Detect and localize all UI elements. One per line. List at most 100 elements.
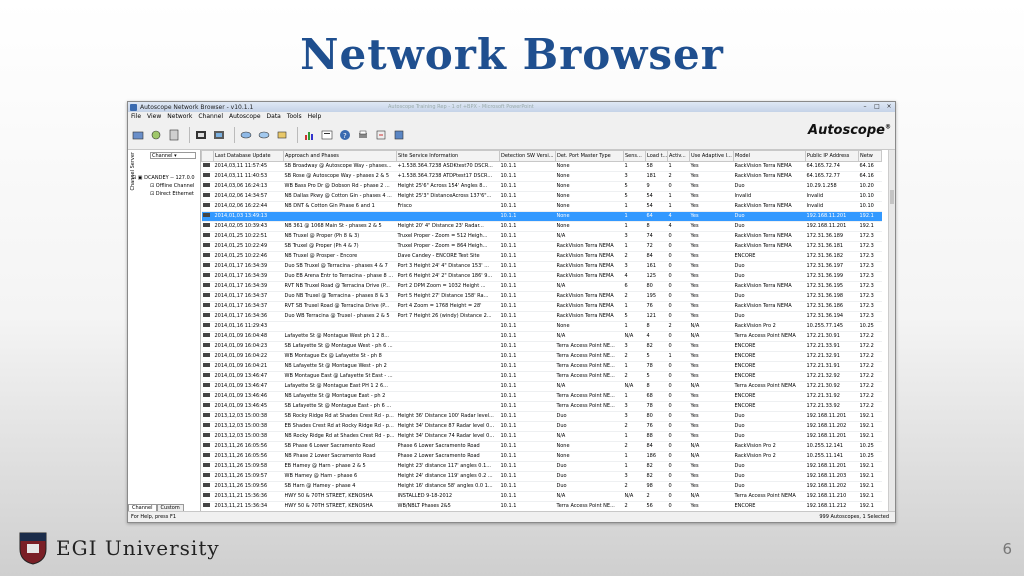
maximize-button[interactable]: □ <box>871 103 883 111</box>
table-row[interactable]: 2014,01,09 16:04:48 Lafayette St @ Montag… <box>201 331 882 342</box>
table-cell: +1.538.364.7238 ASDKtest70 DSCR... <box>396 161 500 172</box>
table-row[interactable]: 2013,11,26 15:09:58 EB Hamey @ Harn - pha… <box>201 461 882 472</box>
help-icon[interactable]: ? <box>338 128 352 142</box>
column-header[interactable]: Detection SW Versi... <box>499 150 556 162</box>
tree-item-offline-channel[interactable]: ⊡ Offline Channel <box>132 182 195 190</box>
table-row[interactable]: 2014,01,17 16:34:37 RVT SB Truxel Road @ … <box>201 301 882 312</box>
table-row[interactable]: 2014,02,06 16:22:44 NB DNT & Cotton Gin P… <box>201 201 882 212</box>
table-cell: Port 6 Height 24' 2" Distance 186' 9... <box>396 271 500 282</box>
column-header[interactable]: Site Service Information <box>396 150 500 162</box>
table-row[interactable]: 2014,01,17 16:34:39 Duo SB Truxel @ Terra… <box>201 261 882 272</box>
menu-autoscope[interactable]: Autoscope <box>229 113 261 120</box>
table-row[interactable]: 2013,11,26 16:05:56 SB Phase 6 Lower Sacr… <box>201 441 882 452</box>
column-header[interactable]: Netw <box>858 150 882 162</box>
table-cell: 8 <box>645 381 668 392</box>
tree-item-server[interactable]: ⊟ ▣ DCANDEY -- 127.0.0 <box>132 174 195 182</box>
table-cell: 2013,11,21 15:36:34 <box>213 501 284 512</box>
menu-data[interactable]: Data <box>267 113 281 120</box>
channel-icon[interactable] <box>239 128 253 142</box>
table-row[interactable]: 2013,12,03 15:00:38 NB Rocky Ridge Rd at … <box>201 431 882 442</box>
table-row[interactable]: 2014,01,03 13:49:13 10.1.1 None 1 64 4 Yes Duo 1… <box>201 211 882 222</box>
table-row[interactable]: 2013,12,03 15:00:38 EB Shades Crest Rd at… <box>201 421 882 432</box>
table-cell: 2 <box>623 251 646 262</box>
column-header[interactable]: Public IP Address <box>805 150 859 162</box>
print-icon[interactable] <box>356 128 370 142</box>
network-icon[interactable] <box>212 128 226 142</box>
table-row[interactable]: 2014,01,25 10:22:51 NB Truxel @ Proper (P… <box>201 231 882 242</box>
table-cell: ENCORE <box>733 251 806 262</box>
table-row[interactable]: 2014,01,09 13:46:47 Lafayette St @ Montag… <box>201 381 882 392</box>
table-cell: 0 <box>667 461 690 472</box>
table-row[interactable]: 2014,01,17 16:34:37 Duo NB Truxel @ Terra… <box>201 291 882 302</box>
column-header[interactable]: Model <box>733 150 806 162</box>
menu-view[interactable]: View <box>147 113 161 120</box>
chart-icon[interactable] <box>302 128 316 142</box>
table-row[interactable]: 2013,11,21 15:36:34 HWY 50 & 70TH STREET,… <box>201 501 882 512</box>
table-row[interactable]: 2013,11,21 15:36:36 HWY 50 & 70TH STREET,… <box>201 491 882 502</box>
connect-icon[interactable] <box>131 128 145 142</box>
table-cell: RackVision Terra NEMA <box>555 241 624 252</box>
column-header[interactable]: Det. Port Master Type <box>555 150 624 162</box>
scrollbar-thumb[interactable] <box>890 190 894 204</box>
table-row[interactable]: 2014,01,16 11:29:43 10.1.1 None 1 8 2 N/A RackV… <box>201 321 882 332</box>
server-icon[interactable] <box>167 128 181 142</box>
table-row[interactable]: 2014,01,09 13:46:47 WB Montague East @ La… <box>201 371 882 382</box>
table-row[interactable]: 2014,03,11 11:57:45 SB Broadway @ Autosco… <box>201 161 882 172</box>
column-header[interactable]: Approach and Phases <box>283 150 397 162</box>
table-cell: 2014,01,17 16:34:36 <box>213 311 284 322</box>
menu-tools[interactable]: Tools <box>287 113 302 120</box>
table-cell: SB Lafayette St @ Montague West - ph 6 .… <box>283 341 397 352</box>
minimize-button[interactable]: – <box>859 103 871 111</box>
app-icon <box>130 103 137 111</box>
menu-file[interactable]: File <box>131 113 141 120</box>
table-row[interactable]: 2014,01,09 16:04:22 WB Montague Ex @ Lafa… <box>201 351 882 362</box>
device-icon[interactable] <box>194 128 208 142</box>
table-row[interactable]: 2013,12,03 15:00:38 SB Rocky Ridge Rd at … <box>201 411 882 422</box>
table-row[interactable]: 2014,03,11 11:40:53 SB Rose @ Autoscope W… <box>201 171 882 182</box>
menu-network[interactable]: Network <box>167 113 192 120</box>
table-row[interactable]: 2014,02,05 10:39:43 NB 361 @ 1068 Main St… <box>201 221 882 232</box>
menu-help[interactable]: Help <box>308 113 322 120</box>
column-header[interactable]: Activ... <box>667 150 690 162</box>
table-row[interactable]: 2014,01,17 16:34:36 Duo WB Terracina @ Tr… <box>201 311 882 322</box>
table-cell: 2013,11,26 15:09:57 <box>213 471 284 482</box>
table-row[interactable]: 2014,01,17 16:34:39 RVT NB Truxel Road @ … <box>201 281 882 292</box>
column-header[interactable] <box>201 150 214 162</box>
camera-icon[interactable] <box>257 128 271 142</box>
table-cell: 10.1.1 <box>499 331 556 342</box>
view-icon[interactable] <box>149 128 163 142</box>
column-header[interactable]: Use Adaptive I... <box>689 150 734 162</box>
table-row[interactable]: 2013,11,26 15:09:56 SB Harn @ Hamey - pha… <box>201 481 882 492</box>
table-cell: 2014,01,09 16:04:48 <box>213 331 284 342</box>
table-row[interactable]: 2014,02,06 14:34:57 NB Dallas Pkwy @ Cott… <box>201 191 882 202</box>
export-icon[interactable] <box>374 128 388 142</box>
table-cell: 192.1 <box>858 211 882 222</box>
table-row[interactable]: 2014,01,25 10:22:46 NB Truxel @ Prosper -… <box>201 251 882 262</box>
table-row[interactable]: 2013,11,26 15:09:57 WB Hamey @ Harn - pha… <box>201 471 882 482</box>
table-row[interactable]: 2014,01,09 13:46:46 NB Lafayette St @ Mon… <box>201 391 882 402</box>
table-row[interactable]: 2014,01,09 16:04:21 NB Lafayette St @ Mon… <box>201 361 882 372</box>
table-cell: 4 <box>645 331 668 342</box>
column-header[interactable]: Sens... <box>623 150 646 162</box>
device-icon <box>201 271 214 282</box>
table-row[interactable]: 2014,01,17 16:34:39 Duo EB Arena Entr to … <box>201 271 882 282</box>
tools-icon[interactable] <box>320 128 334 142</box>
table-row[interactable]: 2014,01,25 10:22:49 SB Truxel @ Proper (P… <box>201 241 882 252</box>
camera-device-icon <box>202 443 210 447</box>
table-row[interactable]: 2013,11,26 16:05:56 NB Phase 2 Lower Sacr… <box>201 451 882 462</box>
tree-item-direct-ethernet[interactable]: ⊡ Direct Ethernet <box>132 190 195 198</box>
table-row[interactable]: 2014,03,06 16:24:13 WB Bass Pro Dr @ Dobs… <box>201 181 882 192</box>
vertical-scrollbar[interactable] <box>888 150 895 512</box>
table-row[interactable]: 2014,01,09 13:46:45 SB Lafayette St @ Mon… <box>201 401 882 412</box>
table-cell: 172.3 <box>858 241 882 252</box>
settings-icon[interactable] <box>392 128 406 142</box>
close-button[interactable]: × <box>883 103 895 111</box>
column-header[interactable]: Last Database Update <box>213 150 284 162</box>
menu-channel[interactable]: Channel <box>198 113 223 120</box>
device-icon <box>201 251 214 262</box>
detector-icon[interactable] <box>275 128 289 142</box>
column-header[interactable]: Load t... <box>645 150 668 162</box>
table-row[interactable]: 2014,01,09 16:04:23 SB Lafayette St @ Mon… <box>201 341 882 352</box>
table-cell: Yes <box>689 461 734 472</box>
channel-combo[interactable]: Channel ▾ <box>150 152 196 159</box>
